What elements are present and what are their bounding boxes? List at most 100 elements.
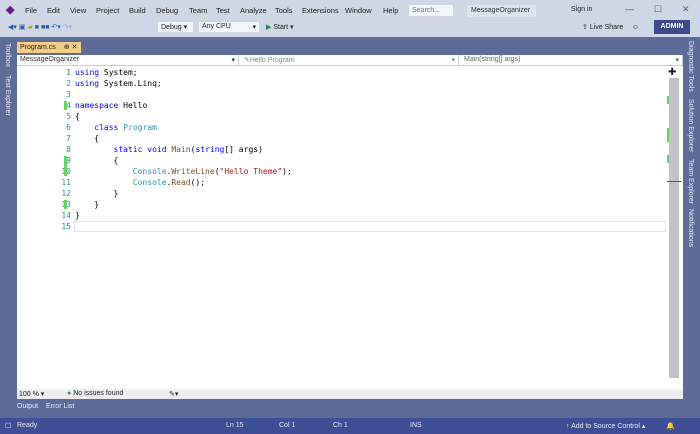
- undo-icon[interactable]: ↶▾: [51, 23, 60, 31]
- member-dropdown[interactable]: Main(string[] args) ▾: [461, 55, 683, 65]
- minimize-button[interactable]: —: [625, 4, 634, 14]
- line-number: 15: [61, 222, 71, 231]
- editor-status-line: 100 % ▾ ● No issues found ✎▾: [17, 389, 683, 399]
- redo-icon[interactable]: ↷▾: [63, 23, 72, 31]
- tab-error-list[interactable]: Error List: [46, 403, 74, 410]
- menu-project[interactable]: Project: [96, 5, 119, 17]
- status-bar: ☐ Ready Ln 15 Col 1 Ch 1 INS ↑ Add to So…: [0, 418, 700, 434]
- menu-extensions[interactable]: Extensions: [302, 5, 339, 17]
- check-icon: ●: [67, 390, 72, 397]
- open-icon[interactable]: ▰: [27, 23, 32, 31]
- menu-file[interactable]: File: [25, 5, 37, 17]
- line-number: 5: [66, 112, 71, 121]
- start-button[interactable]: ▶ Start ▾: [266, 21, 294, 33]
- caret-position-marker: [667, 181, 681, 182]
- code-line: class Program: [94, 123, 157, 132]
- code-line: static void Main(string[] args): [113, 145, 263, 154]
- close-button[interactable]: ✕: [682, 4, 690, 15]
- menu-view[interactable]: View: [70, 5, 86, 17]
- change-marker: [64, 101, 67, 110]
- project-value: MessageOrganizer: [20, 56, 80, 63]
- menu-build[interactable]: Build: [129, 5, 146, 17]
- notifications-tab[interactable]: Notifications: [687, 209, 694, 247]
- menu-help[interactable]: Help: [383, 5, 398, 17]
- share-icon: ⇪: [582, 24, 588, 31]
- menu-tools[interactable]: Tools: [275, 5, 293, 17]
- add-to-source-control-button[interactable]: ↑ Add to Source Control ▴: [566, 422, 645, 430]
- diagnostic-tools-tab[interactable]: Diagnostic Tools: [687, 41, 694, 92]
- code-line: {: [75, 156, 119, 165]
- code-line: }: [75, 200, 100, 209]
- menu-edit[interactable]: Edit: [47, 5, 60, 17]
- line-number: 1: [66, 68, 71, 77]
- issues-indicator[interactable]: ● No issues found: [67, 390, 123, 397]
- configuration-dropdown[interactable]: Debug ▾: [157, 21, 194, 33]
- pin-icon[interactable]: ⊕: [64, 44, 70, 51]
- left-tool-strip: Toolbox Test Explorer: [0, 37, 16, 417]
- line-number: 14: [61, 211, 71, 220]
- code-line: using System.Linq;: [75, 79, 162, 88]
- menu-window[interactable]: Window: [345, 5, 372, 17]
- issues-label: No issues found: [73, 390, 124, 397]
- platform-dropdown[interactable]: Any CPU ▾: [198, 21, 260, 33]
- zoom-dropdown[interactable]: 100 % ▾: [19, 390, 49, 398]
- project-dropdown[interactable]: MessageOrganizer ▾: [17, 55, 239, 65]
- code-line: Console.WriteLine("Hello Theme");: [132, 167, 292, 176]
- maximize-button[interactable]: ☐: [654, 4, 662, 15]
- member-value: Main(string[] args): [464, 56, 521, 63]
- tab-output[interactable]: Output: [17, 403, 38, 410]
- save-all-icon[interactable]: ■■: [41, 24, 49, 31]
- class-value: Hello.Program: [249, 57, 295, 64]
- menu-team[interactable]: Team: [189, 5, 207, 17]
- notifications-bell-icon[interactable]: 🔔: [666, 422, 675, 430]
- zoom-value: 100 %: [19, 391, 39, 398]
- tab-program-cs[interactable]: Program.cs ⊕ ✕: [17, 42, 81, 53]
- save-icon[interactable]: ■: [35, 24, 39, 31]
- right-tool-strip: Diagnostic Tools Solution Explorer Team …: [683, 37, 700, 417]
- line-number: 6: [66, 123, 71, 132]
- status-insert-mode: INS: [410, 422, 422, 429]
- toolbox-tab[interactable]: Toolbox: [4, 43, 11, 67]
- line-number: 11: [61, 178, 71, 187]
- scroll-change-marker: [667, 128, 669, 142]
- back-icon[interactable]: ◀▾: [8, 23, 17, 31]
- platform-value: Any CPU: [202, 23, 231, 30]
- tab-label: Program.cs: [20, 44, 56, 51]
- code-editor[interactable]: 1 2 3 4 5 6 7 8 9 10 11 12 13 14 15 usin…: [17, 66, 683, 389]
- live-share-button[interactable]: ⇪ Live Share: [582, 21, 623, 33]
- team-explorer-tab[interactable]: Team Explorer: [687, 159, 694, 204]
- line-number: 10: [47, 167, 71, 176]
- new-project-icon[interactable]: ▣: [19, 23, 26, 31]
- start-label: Start: [273, 23, 289, 31]
- source-control-label: Add to Source Control: [571, 423, 640, 430]
- navigation-bar: MessageOrganizer ▾ ✎Hello.Program ▾ Main(s…: [17, 55, 683, 66]
- change-marker: [64, 156, 67, 176]
- code-line: namespace Hello: [75, 101, 148, 110]
- menu-debug[interactable]: Debug: [156, 5, 178, 17]
- live-share-label: Live Share: [589, 23, 624, 31]
- line-number: 4: [66, 101, 71, 110]
- brush-icon[interactable]: ✎▾: [169, 390, 178, 398]
- tab-close-icon[interactable]: ✕: [72, 44, 78, 51]
- test-explorer-tab[interactable]: Test Explorer: [4, 75, 11, 116]
- split-editor-icon[interactable]: ✚: [668, 67, 676, 78]
- title-bar: ◆ File Edit View Project Build Debug Tea…: [0, 0, 700, 37]
- status-ready: Ready: [17, 422, 38, 429]
- sign-in-link[interactable]: Sign in: [571, 6, 592, 13]
- feedback-icon[interactable]: ☺: [632, 21, 639, 33]
- menu-test[interactable]: Test: [216, 5, 230, 17]
- search-input[interactable]: Search...: [408, 4, 454, 17]
- account-button[interactable]: ADMIN: [654, 20, 690, 34]
- code-line: }: [75, 211, 80, 220]
- class-dropdown[interactable]: ✎Hello.Program ▾: [241, 55, 459, 65]
- line-number: 8: [66, 145, 71, 154]
- code-line: using System;: [75, 68, 138, 77]
- menu-analyze[interactable]: Analyze: [240, 5, 267, 17]
- scroll-change-marker: [667, 155, 669, 163]
- vertical-scrollbar[interactable]: [667, 78, 681, 378]
- status-char: Ch 1: [333, 422, 348, 429]
- solution-explorer-tab[interactable]: Solution Explorer: [687, 99, 694, 152]
- change-marker: [64, 200, 67, 209]
- play-icon: ▶: [266, 24, 272, 31]
- line-number: 12: [61, 189, 71, 198]
